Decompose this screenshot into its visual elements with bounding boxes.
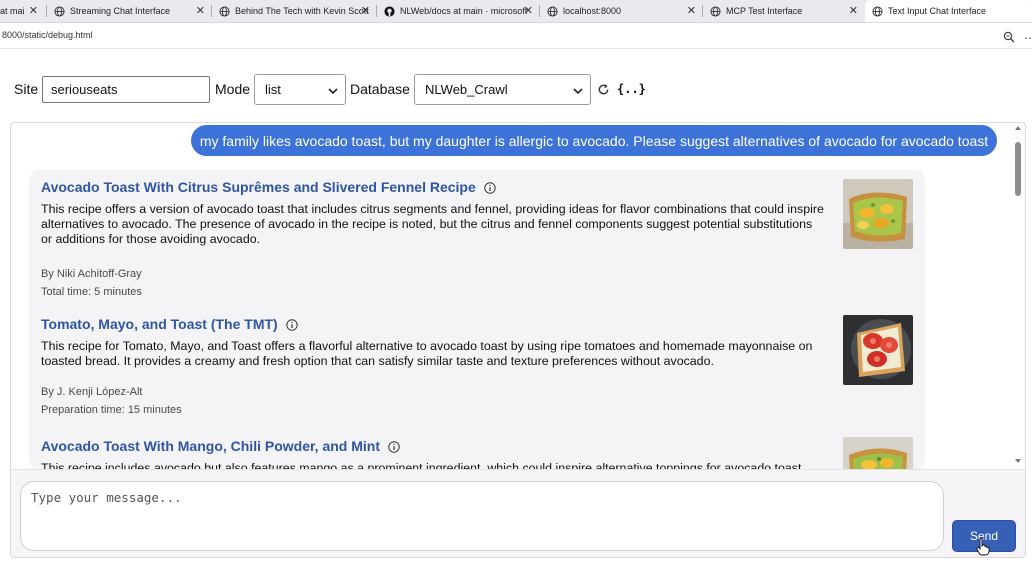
tab-text-input-chat[interactable]: Text Input Chat Interface [865,0,1032,22]
info-icon[interactable] [484,181,496,194]
info-icon[interactable] [388,440,400,453]
site-label: Site [14,81,39,97]
result-author: By J. Kenji López-Alt [41,386,143,398]
chevron-down-icon [328,84,338,95]
recipe-thumbnail[interactable] [843,437,913,470]
result-item: Avocado Toast With Citrus Suprêmes and S… [41,179,913,304]
reload-icon[interactable] [597,83,610,96]
url-text[interactable]: 8000/static/debug.html [2,30,93,40]
mode-label: Mode [215,81,251,97]
tab-label: MCP Test Interface [726,6,803,16]
globe-icon [218,5,230,17]
query-controls: Site Mode list Database NLWeb_Crawl {..} [0,72,1032,106]
globe-icon [546,5,558,17]
info-icon[interactable] [286,318,298,331]
scroll-up-arrow-icon[interactable] [1015,126,1021,130]
scrollbar-thumb[interactable] [1015,142,1021,196]
results-list: Avocado Toast With Citrus Suprêmes and S… [29,170,925,470]
result-description: This recipe for Tomato, Mayo, and Toast … [41,339,813,368]
globe-icon [53,5,65,17]
recipe-thumbnail[interactable] [843,315,913,385]
user-message-bubble: my family likes avocado toast, but my da… [191,125,997,156]
database-select-value: NLWeb_Crawl [425,82,508,97]
github-icon [383,5,395,17]
close-icon[interactable]: ✕ [849,4,858,18]
result-title-link[interactable]: Tomato, Mayo, and Toast (The TMT) [41,316,278,332]
database-select[interactable]: NLWeb_Crawl [414,74,591,105]
mode-select-value: list [265,82,281,97]
chat-panel: my family likes avocado toast, but my da… [10,122,1026,558]
tab-label: localhost:8000 [563,6,622,16]
result-item: Avocado Toast With Mango, Chili Powder, … [41,437,913,470]
chevron-down-icon [573,84,583,95]
result-title-link[interactable]: Avocado Toast With Mango, Chili Powder, … [41,438,380,454]
browser-tab-strip: at mai ✕ Streaming Chat Interface ✕ Behi… [0,0,1032,23]
message-input[interactable] [20,481,944,551]
tab-mcp-test[interactable]: MCP Test Interface ✕ [703,0,864,22]
close-icon[interactable]: ✕ [361,4,370,18]
tab-label: NLWeb/docs at main · microsoft [400,6,528,16]
result-time: Total time: 5 minutes [41,286,142,298]
globe-icon [871,5,883,17]
database-label: Database [350,81,410,97]
recipe-thumbnail[interactable] [843,179,913,249]
zoom-icon[interactable] [1003,30,1015,43]
mode-select[interactable]: list [254,74,346,105]
result-description: This recipe offers a version of avocado … [41,202,824,246]
address-bar[interactable]: 8000/static/debug.html ⋯ [0,23,1032,49]
tab-label: Text Input Chat Interface [888,6,987,16]
result-title-link[interactable]: Avocado Toast With Citrus Suprêmes and S… [41,179,476,195]
result-time: Preparation time: 15 minutes [41,404,182,416]
tab-localhost[interactable]: localhost:8000 ✕ [540,0,702,22]
close-icon[interactable]: ✕ [196,4,205,18]
globe-icon [709,5,721,17]
message-input-area: Send [11,469,1025,557]
close-icon[interactable]: ✕ [524,4,533,18]
tab-streaming-chat[interactable]: Streaming Chat Interface ✕ [47,0,211,22]
more-icon[interactable]: ⋯ [1024,31,1032,45]
tab-behind-the-tech[interactable]: Behind The Tech with Kevin Scott ✕ [212,0,376,22]
result-item: Tomato, Mayo, and Toast (The TMT) This r… [41,315,913,426]
close-icon[interactable]: ✕ [29,4,38,18]
tab-nlweb-docs[interactable]: NLWeb/docs at main · microsoft ✕ [377,0,539,22]
tab-partial[interactable]: at mai ✕ [0,0,44,22]
tab-label: Streaming Chat Interface [70,6,171,16]
json-debug-icon[interactable]: {..} [617,82,646,96]
close-icon[interactable]: ✕ [687,4,696,18]
chat-scrollbar[interactable] [1013,125,1023,465]
hand-cursor-icon [976,538,990,556]
scroll-down-arrow-icon[interactable] [1015,459,1021,463]
result-author: By Niki Achitoff-Gray [41,268,142,280]
tab-label: Behind The Tech with Kevin Scott [235,6,369,16]
site-input[interactable] [42,76,210,103]
